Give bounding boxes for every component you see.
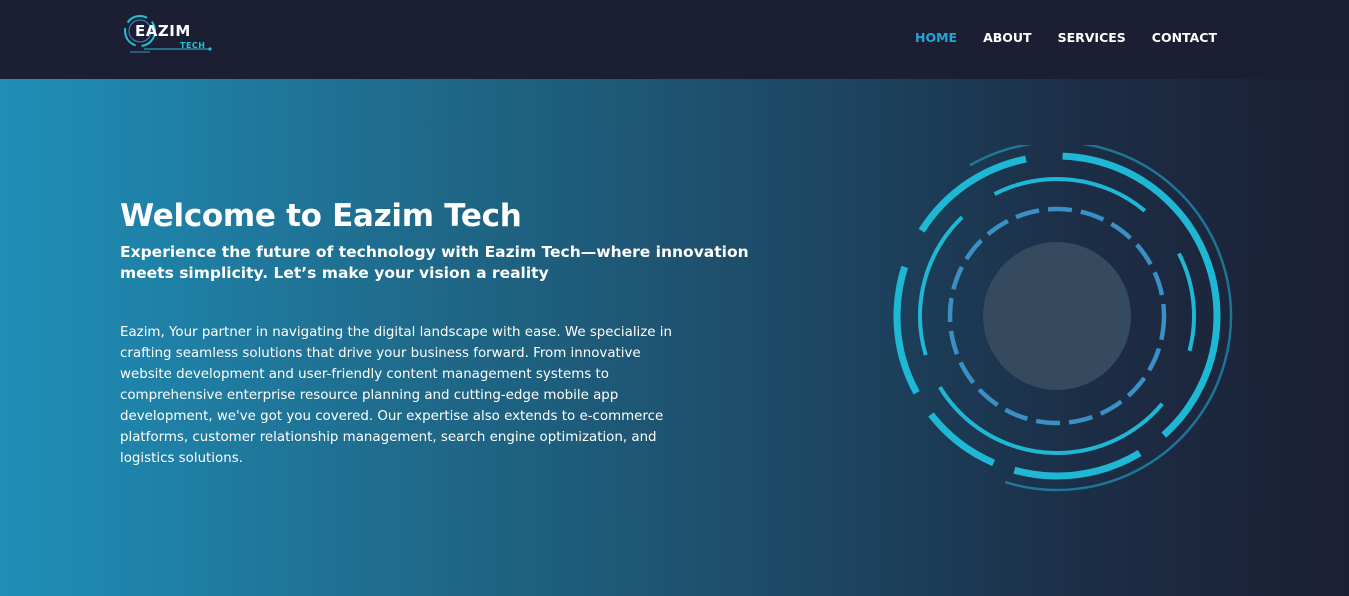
hero-title: Welcome to Eazim Tech xyxy=(120,198,522,234)
nav-about[interactable]: ABOUT xyxy=(983,30,1032,45)
site-header: EAZIM TECH HOME ABOUT SERVICES CONTACT xyxy=(0,0,1349,79)
eazim-tech-logo[interactable]: EAZIM TECH xyxy=(120,12,215,56)
nav-home[interactable]: HOME xyxy=(915,30,957,45)
logo-wordmark: EAZIM xyxy=(135,22,191,40)
nav-services[interactable]: SERVICES xyxy=(1058,30,1126,45)
hero-subtitle: Experience the future of technology with… xyxy=(120,243,749,282)
logo-tagline: TECH xyxy=(180,41,206,50)
tech-rings-icon xyxy=(876,140,1236,499)
hero-description: Eazim, Your partner in navigating the di… xyxy=(120,325,673,466)
hero-section: Welcome to Eazim Tech Experience the fut… xyxy=(0,79,1349,596)
nav-contact[interactable]: CONTACT xyxy=(1152,30,1217,45)
main-nav: HOME ABOUT SERVICES CONTACT xyxy=(889,30,1217,45)
